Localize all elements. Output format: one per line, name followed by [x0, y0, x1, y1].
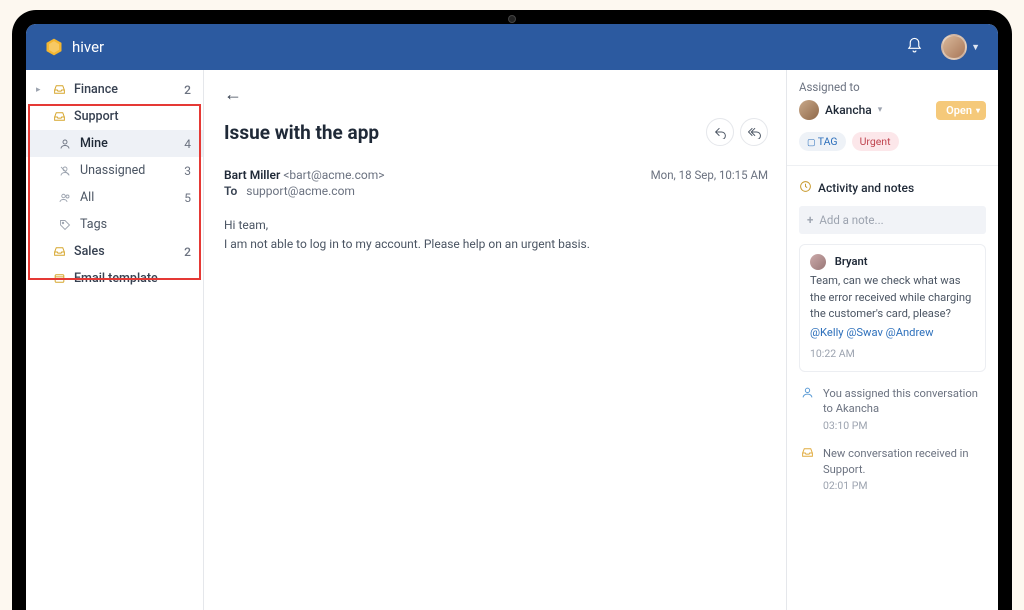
status-selector[interactable]: Open ▾ [936, 101, 986, 120]
activity-header: Activity and notes [799, 180, 986, 196]
chevron-right-icon: ▸ [36, 85, 44, 95]
avatar-icon [810, 254, 826, 270]
user-menu[interactable]: ▼ [941, 34, 980, 60]
unassigned-icon [58, 165, 72, 177]
tags-row: TAG Urgent [799, 132, 986, 151]
topbar-actions: ▼ [906, 34, 980, 60]
user-icon [799, 386, 815, 432]
tag-urgent[interactable]: Urgent [852, 132, 899, 151]
chevron-down-icon: ▼ [971, 42, 980, 53]
email-date: Mon, 18 Sep, 10:15 AM [651, 168, 768, 198]
activity-time: 02:01 PM [823, 479, 986, 492]
inbox-icon [52, 110, 66, 123]
avatar-icon [941, 34, 967, 60]
sidebar: ▸ Finance 2 Support [26, 70, 204, 610]
activity-text: New conversation received in Support. [823, 446, 986, 477]
main-content: ← Issue with the app [204, 70, 786, 610]
tag-chip[interactable]: TAG [799, 132, 846, 151]
activity-text: You assigned this conversation to Akanch… [823, 386, 986, 417]
sidebar-sub-unassigned[interactable]: Unassigned 3 [26, 157, 203, 184]
assignee-name: Akancha [825, 103, 872, 117]
body-layout: ▸ Finance 2 Support [26, 70, 998, 610]
notifications-icon[interactable] [906, 37, 923, 58]
brand-logo-icon [44, 37, 64, 57]
to-label: To [224, 184, 237, 198]
note-card: Bryant Team, can we check what was the e… [799, 244, 986, 372]
email-from: Bart Miller <bart@acme.com> [224, 168, 385, 182]
sidebar-label: Sales [74, 244, 176, 259]
topbar: hiver ▼ [26, 24, 998, 70]
to-address: support@acme.com [246, 184, 355, 198]
note-message: Team, can we check what was the error re… [810, 273, 975, 323]
app-screen: hiver ▼ ▸ F [26, 24, 998, 610]
activity-item-assigned: You assigned this conversation to Akanch… [799, 386, 986, 432]
assignee-selector[interactable]: Akancha ▾ [799, 100, 882, 120]
sidebar-count: 2 [184, 245, 193, 259]
email-to: To support@acme.com [224, 184, 385, 198]
sidebar-label: Support [74, 109, 193, 124]
note-time: 10:22 AM [810, 346, 975, 362]
note-mentions[interactable]: @Kelly @Swav @Andrew [810, 325, 975, 342]
email-body: Hi team, I am not able to log in to my a… [224, 216, 768, 254]
inbox-icon [799, 446, 815, 492]
inbox-icon [52, 83, 66, 96]
sidebar-sub-count: 3 [184, 164, 193, 178]
from-address: <bart@acme.com> [283, 168, 384, 182]
user-icon [58, 138, 72, 150]
tag-icon [58, 219, 72, 231]
history-icon [799, 180, 812, 196]
avatar-icon [799, 100, 819, 120]
sidebar-label: Email template [74, 271, 193, 286]
details-panel: Assigned to Akancha ▾ Open ▾ TAG Urgent [786, 70, 998, 610]
sidebar-sub-tags[interactable]: Tags [26, 211, 203, 238]
sidebar-sub-mine[interactable]: Mine 4 [26, 130, 203, 157]
from-name: Bart Miller [224, 168, 280, 182]
device-frame: hiver ▼ ▸ F [12, 10, 1012, 610]
assigned-to-label: Assigned to [799, 80, 986, 94]
chevron-down-icon: ▾ [878, 105, 883, 115]
sidebar-sub-label: Tags [80, 217, 193, 232]
sidebar-item-sales[interactable]: Sales 2 [26, 238, 203, 265]
status-label: Open [946, 104, 972, 117]
sidebar-label: Finance [74, 82, 176, 97]
template-icon [52, 272, 66, 285]
activity-header-label: Activity and notes [818, 181, 914, 195]
chevron-down-icon: ▾ [976, 106, 980, 115]
divider [787, 165, 998, 166]
sidebar-sub-label: All [80, 190, 176, 205]
sidebar-sub-label: Mine [80, 136, 176, 151]
reply-button[interactable] [706, 118, 734, 146]
plus-icon: + [807, 213, 813, 227]
note-author: Bryant [835, 255, 868, 268]
brand-name: hiver [72, 38, 104, 56]
brand: hiver [44, 37, 104, 57]
add-note-input[interactable]: + Add a note... [799, 206, 986, 234]
activity-item-new-convo: New conversation received in Support. 02… [799, 446, 986, 492]
email-body-line: I am not able to log in to my account. P… [224, 235, 768, 254]
email-actions [706, 118, 768, 146]
sidebar-sub-all[interactable]: All 5 [26, 184, 203, 211]
inbox-icon [52, 245, 66, 258]
sidebar-item-email-template[interactable]: Email template [26, 265, 203, 292]
sidebar-item-support[interactable]: Support [26, 103, 203, 130]
sidebar-sub-label: Unassigned [80, 163, 176, 178]
sidebar-count: 2 [184, 83, 193, 97]
sidebar-item-finance[interactable]: ▸ Finance 2 [26, 76, 203, 103]
sidebar-sub-count: 4 [184, 137, 193, 151]
reply-all-button[interactable] [740, 118, 768, 146]
camera-dot [508, 15, 516, 23]
email-greeting: Hi team, [224, 216, 768, 235]
add-note-placeholder: Add a note... [819, 213, 883, 227]
sidebar-sub-count: 5 [184, 191, 193, 205]
back-arrow-icon[interactable]: ← [224, 84, 242, 105]
users-icon [58, 192, 72, 204]
activity-time: 03:10 PM [823, 419, 986, 432]
email-subject: Issue with the app [224, 121, 379, 144]
